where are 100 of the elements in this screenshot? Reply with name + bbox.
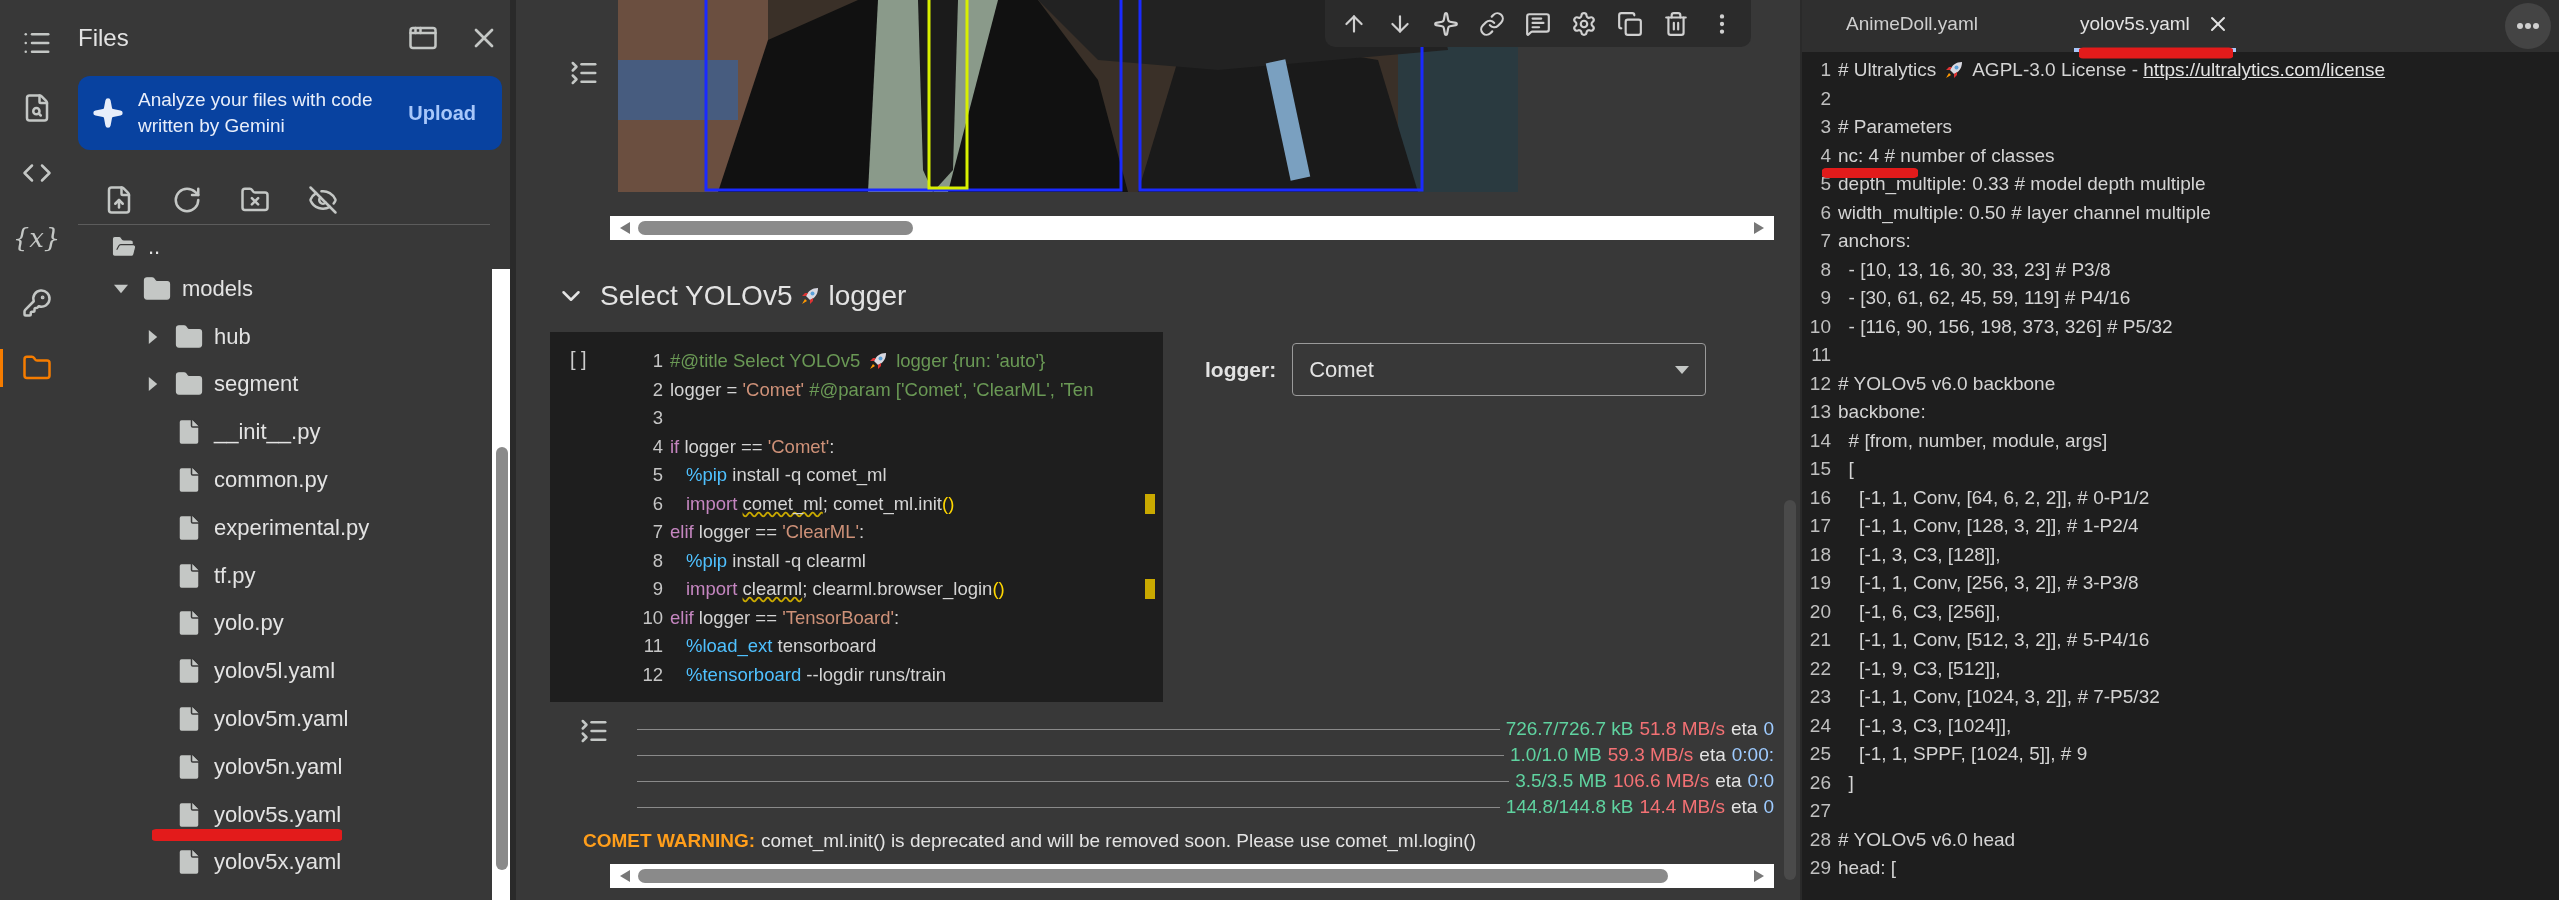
line-number: 10 (641, 606, 664, 629)
rocket-icon (1944, 60, 1965, 81)
tree-item[interactable]: yolo.py (78, 599, 492, 648)
line-number: 29 (1808, 857, 1832, 880)
file-editor[interactable] (1802, 52, 2559, 900)
file-name: tf.py (214, 562, 256, 589)
rocket-icon (800, 286, 821, 306)
scroll-left-icon[interactable] (620, 222, 630, 234)
scrollbar[interactable] (610, 216, 1774, 240)
tree-item[interactable]: common.py (78, 456, 492, 504)
line-number: 7 (651, 521, 664, 544)
sidebar-button[interactable]: {x} (0, 219, 70, 257)
tree-item[interactable]: experimental.py (78, 504, 492, 552)
panel-title: Files (78, 24, 130, 52)
code-text: import (686, 492, 739, 515)
eye-off-icon[interactable] (308, 185, 338, 215)
code-editor[interactable] (550, 332, 1163, 702)
code-text: ; comet_ml.init (822, 492, 942, 515)
comment-icon[interactable] (1525, 10, 1551, 37)
code-text: elif (670, 521, 695, 544)
license-link[interactable]: https://ultralytics.com/license (2143, 59, 2386, 82)
line-number: 6 (1819, 201, 1832, 224)
tree-item[interactable]: yolov5x.yaml (78, 838, 492, 887)
link-icon[interactable] (1479, 10, 1505, 37)
tree-item[interactable]: hub (78, 312, 492, 361)
progress-eta-label: eta (1731, 796, 1758, 818)
scroll-right-icon[interactable] (1754, 222, 1764, 234)
line-number: 18 (1808, 543, 1832, 566)
file-name: models (182, 275, 253, 302)
file-name: yolov5s.yaml (214, 801, 342, 828)
code-text: : (859, 521, 865, 544)
code-text: logger {run: 'auto'} (896, 350, 1046, 373)
code-text: # [from, number, module, args] (1847, 429, 2108, 452)
delete-icon[interactable] (1663, 10, 1689, 37)
sparkle-icon (92, 97, 124, 129)
code-text: head: [ (1838, 857, 1897, 880)
tree-item[interactable]: __init__.py (78, 408, 492, 457)
file-name: yolov5n.yaml (214, 753, 343, 780)
line-number: 8 (651, 549, 664, 572)
code-text: [-1, 1, Conv, [1024, 3, 2]], # 7-P5/32 (1858, 686, 2160, 709)
line-number: 2 (651, 378, 664, 401)
tree-item[interactable]: yolov5l.yaml (78, 647, 492, 696)
line-number: 22 (1808, 657, 1832, 680)
progress-speed: 14.4 MB/s (1639, 796, 1725, 818)
caret-icon[interactable] (146, 377, 160, 392)
scrollbar[interactable] (610, 864, 1774, 888)
code-text: : (829, 435, 835, 458)
run-label[interactable]: [ ] (570, 348, 587, 371)
line-number: 14 (1808, 429, 1832, 452)
file-name: yolov5x.yaml (214, 849, 342, 876)
code-text: 'TensorBoard' (782, 606, 895, 629)
section-title-text: Select YOLOv5 (600, 280, 793, 312)
scroll-left-icon[interactable] (620, 870, 630, 882)
tree-item[interactable]: yolov5s.yaml (78, 790, 492, 839)
tree-item[interactable]: .. (78, 229, 492, 265)
code-text: tensorboard (776, 635, 877, 658)
line-number: 15 (1808, 458, 1832, 481)
code-text: [-1, 9, C3, [512]], (1858, 657, 2001, 680)
settings-icon[interactable] (1571, 10, 1597, 37)
code-text: nc: 4 # number of classes (1838, 144, 2055, 167)
code-text: logger == (684, 435, 764, 458)
tree-item[interactable]: yolov5n.yaml (78, 742, 492, 791)
tree-item[interactable]: segment (78, 360, 492, 409)
line-number: 4 (1819, 144, 1832, 167)
refresh-icon[interactable] (172, 185, 202, 215)
scroll-right-icon[interactable] (1754, 870, 1764, 882)
upload-button[interactable]: Upload (404, 97, 480, 129)
line-number: 8 (1819, 258, 1832, 281)
code-text: - [116, 90, 156, 198, 373, 326] # P5/32 (1847, 315, 2173, 338)
progress-eta: 0 (1763, 718, 1774, 740)
sparkle-icon[interactable] (1433, 10, 1459, 37)
file-name: yolov5l.yaml (214, 658, 336, 685)
copy-icon[interactable] (1617, 10, 1643, 37)
scrollbar[interactable] (492, 269, 510, 900)
line-number: 11 (1810, 344, 1832, 367)
line-number: 1 (1819, 59, 1832, 82)
line-number: 1 (651, 350, 664, 373)
section-title-text: logger (828, 280, 907, 312)
code-text: ; clearml.browser_login (802, 578, 993, 601)
tree-item[interactable]: models (78, 265, 492, 313)
code-text: install -q clearml (731, 549, 866, 572)
caret-icon[interactable] (146, 329, 160, 344)
progress-size: 726.7/726.7 kB (1505, 718, 1634, 740)
code-text: comet_ml (742, 492, 823, 515)
code-text: [ (1847, 458, 1854, 481)
tree-item[interactable]: yolov5m.yaml (78, 695, 492, 743)
code-text: #@title Select YOLOv5 (670, 350, 861, 373)
more-button[interactable] (2505, 3, 2551, 49)
code-text: elif (670, 606, 695, 629)
code-text: 'Comet' (742, 378, 805, 401)
progress-eta-label: eta (1699, 744, 1726, 766)
progress-eta: 0 (1763, 796, 1774, 818)
tree-item[interactable]: tf.py (78, 551, 492, 600)
warning-label: COMET WARNING: (583, 830, 756, 852)
logger-dropdown[interactable]: Comet (1292, 343, 1707, 396)
editor-tab[interactable]: AnimeDoll.yaml (1840, 0, 1984, 52)
line-number: 9 (651, 578, 664, 601)
code-text: %pip (686, 464, 728, 487)
file-name: yolo.py (214, 610, 284, 637)
progress-eta-label: eta (1715, 770, 1742, 792)
